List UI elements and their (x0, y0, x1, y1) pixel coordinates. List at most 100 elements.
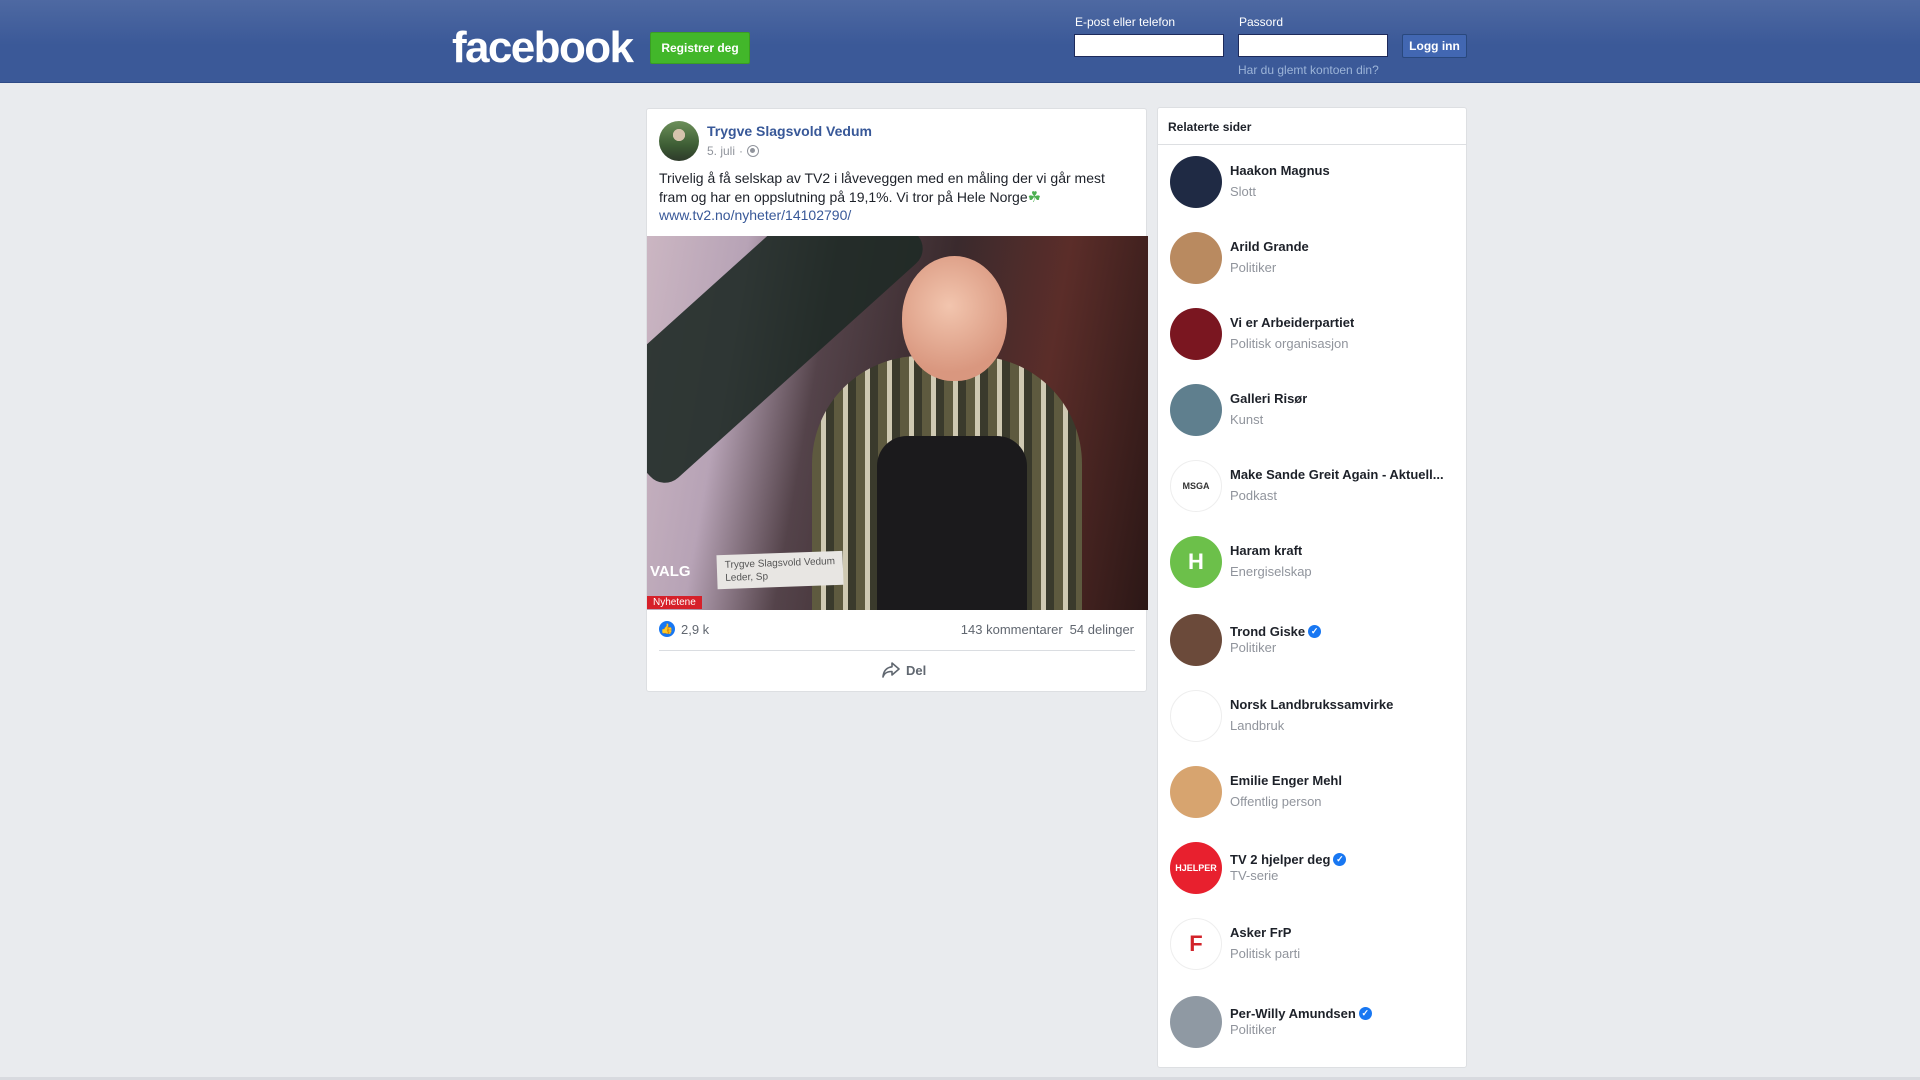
related-page-item[interactable]: HJELPER TV 2 hjelper deg ✓ TV-serie (1170, 842, 1460, 898)
email-label: E-post eller telefon (1075, 15, 1176, 29)
related-page-avatar[interactable]: F (1170, 918, 1222, 970)
related-page-name[interactable]: Per-Willy Amundsen ✓ (1230, 1006, 1372, 1021)
forgot-account-link[interactable]: Har du glemt kontoen din? (1238, 63, 1379, 77)
post-author-name[interactable]: Trygve Slagsvold Vedum (707, 123, 872, 139)
like-icon: 👍 (659, 621, 675, 637)
related-page-avatar[interactable] (1170, 614, 1222, 666)
related-page-name-text: Haakon Magnus (1230, 163, 1330, 178)
related-page-avatar[interactable] (1170, 384, 1222, 436)
related-page-avatar[interactable] (1170, 156, 1222, 208)
related-page-item[interactable]: Emilie Enger Mehl Offentlig person (1170, 766, 1460, 822)
related-page-name-text: Per-Willy Amundsen (1230, 1006, 1356, 1021)
related-page-name-text: Vi er Arbeiderpartiet (1230, 315, 1355, 330)
related-page-avatar[interactable]: MSGA (1170, 460, 1222, 512)
share-label: Del (906, 662, 927, 678)
related-page-category: Offentlig person (1230, 794, 1322, 809)
related-page-item[interactable]: Trond Giske ✓ Politiker (1170, 614, 1460, 670)
related-page-category: Politiker (1230, 1022, 1277, 1037)
sidebar-divider (1158, 144, 1466, 145)
related-page-name[interactable]: Haakon Magnus (1230, 163, 1330, 178)
related-page-category: Politisk parti (1230, 946, 1301, 961)
related-page-category: Politisk organisasjon (1230, 336, 1349, 351)
related-page-item[interactable]: Galleri Risør Kunst (1170, 384, 1460, 440)
related-page-avatar[interactable] (1170, 308, 1222, 360)
password-field[interactable] (1238, 34, 1388, 57)
related-page-name[interactable]: Arild Grande (1230, 239, 1309, 254)
post-link[interactable]: www.tv2.no/nyheter/14102790/ (659, 207, 851, 223)
related-page-category: Podkast (1230, 488, 1277, 503)
related-page-name[interactable]: Make Sande Greit Again - Aktuell... (1230, 467, 1444, 482)
related-page-name-text: Emilie Enger Mehl (1230, 773, 1342, 788)
verified-badge-icon: ✓ (1333, 853, 1347, 866)
related-page-name[interactable]: Norsk Landbrukssamvirke (1230, 697, 1393, 712)
author-avatar[interactable] (659, 121, 699, 161)
related-page-avatar[interactable]: H (1170, 536, 1222, 588)
related-page-name-text: Make Sande Greit Again - Aktuell... (1230, 467, 1444, 482)
related-page-avatar[interactable] (1170, 766, 1222, 818)
related-page-item[interactable]: F Asker FrP Politisk parti (1170, 918, 1460, 974)
related-page-name-text: Galleri Risør (1230, 391, 1308, 406)
post-card: Trygve Slagsvold Vedum 5. juli · Triveli… (646, 108, 1148, 692)
reactions-count: 2,9 k (681, 621, 710, 637)
related-page-name-text: Haram kraft (1230, 543, 1303, 558)
related-page-avatar[interactable] (1170, 232, 1222, 284)
related-page-name[interactable]: Asker FrP (1230, 925, 1291, 940)
related-page-item[interactable]: MSGA Make Sande Greit Again - Aktuell... P… (1170, 460, 1460, 516)
related-page-item[interactable]: Vi er Arbeiderpartiet Politisk organisasj… (1170, 308, 1460, 364)
related-page-item[interactable]: H Haram kraft Energiselskap (1170, 536, 1460, 592)
post-divider (659, 650, 1135, 651)
email-field[interactable] (1074, 34, 1224, 57)
image-valg-logo: VALG (650, 563, 691, 580)
comments-count[interactable]: 143 kommentarer (961, 622, 1063, 637)
meta-separator: · (739, 144, 744, 158)
related-page-item[interactable]: Haakon Magnus Slott (1170, 156, 1460, 212)
post-date[interactable]: 5. juli (707, 144, 735, 158)
related-page-category: TV-serie (1230, 868, 1279, 883)
facebook-logo[interactable]: facebook (452, 25, 634, 71)
verified-badge-icon: ✓ (1358, 1007, 1372, 1020)
related-page-category: Landbruk (1230, 718, 1285, 733)
engagement-counts: 143 kommentarer 54 delinger (961, 622, 1134, 637)
caption-role: Leder, Sp (725, 571, 769, 584)
image-apron (877, 436, 1027, 610)
login-button[interactable]: Logg inn (1402, 34, 1467, 58)
related-page-item[interactable]: Arild Grande Politiker (1170, 232, 1460, 288)
related-page-name[interactable]: Emilie Enger Mehl (1230, 773, 1342, 788)
related-page-name-text: Norsk Landbrukssamvirke (1230, 697, 1394, 712)
related-pages-title: Relaterte sider (1168, 120, 1252, 134)
related-page-name[interactable]: Galleri Risør (1230, 391, 1307, 406)
related-page-category: Kunst (1230, 412, 1264, 427)
related-page-name-text: Asker FrP (1230, 925, 1292, 940)
shamrock-emoji: ☘ (1027, 189, 1042, 206)
post-text: Trivelig å få selskap av TV2 i låvevegge… (659, 169, 1129, 207)
related-page-avatar[interactable]: HJELPER (1170, 842, 1222, 894)
related-page-name[interactable]: Haram kraft (1230, 543, 1302, 558)
password-label: Passord (1239, 15, 1284, 29)
related-page-category: Slott (1230, 184, 1257, 199)
image-head (902, 256, 1007, 381)
related-page-avatar[interactable] (1170, 690, 1222, 742)
related-page-name-text: Trond Giske (1230, 624, 1306, 639)
reactions[interactable]: 👍 2,9 k (659, 621, 709, 637)
share-icon (882, 662, 900, 678)
related-page-category: Politiker (1230, 640, 1277, 655)
register-button[interactable]: Registrer deg (650, 32, 750, 64)
related-page-name-text: Arild Grande (1230, 239, 1309, 254)
related-page-name-text: TV 2 hjelper deg (1230, 852, 1331, 867)
share-button[interactable]: Del (882, 662, 926, 678)
image-channel-badge: Nyhetene (647, 596, 702, 609)
related-page-item[interactable]: Norsk Landbrukssamvirke Landbruk (1170, 690, 1460, 746)
related-pages-panel: Relaterte sider Haakon Magnus Slott Arild … (1157, 107, 1467, 1068)
related-page-name[interactable]: Vi er Arbeiderpartiet (1230, 315, 1354, 330)
top-bar: facebook Registrer deg E-post eller tele… (0, 0, 1920, 83)
related-page-name[interactable]: TV 2 hjelper deg ✓ (1230, 852, 1347, 867)
image-name-caption: Trygve Slagsvold Vedum Leder, Sp (716, 550, 844, 590)
related-page-avatar[interactable] (1170, 996, 1222, 1048)
related-page-name[interactable]: Trond Giske ✓ (1230, 624, 1322, 639)
related-page-item[interactable]: Per-Willy Amundsen ✓ Politiker (1170, 996, 1460, 1052)
related-page-category: Politiker (1230, 260, 1277, 275)
post-meta: 5. juli · (707, 144, 760, 158)
globe-icon (747, 145, 760, 157)
shares-count[interactable]: 54 delinger (1070, 622, 1134, 637)
post-image[interactable]: VALG Trygve Slagsvold Vedum Leder, Sp Ny… (647, 236, 1148, 610)
